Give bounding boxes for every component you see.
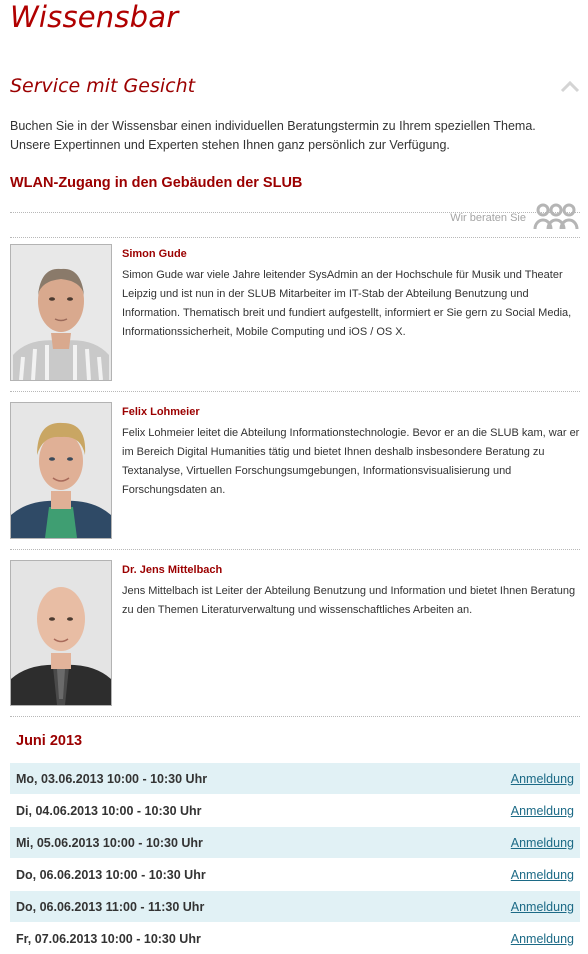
slot-date: Fr, 07.06.2013 10:00 - 10:30 Uhr	[16, 931, 201, 946]
divider	[10, 549, 580, 550]
list-item: Di, 04.06.2013 10:00 - 10:30 Uhr Anmeldu…	[10, 794, 580, 826]
advisors-label: Wir beraten Sie	[450, 212, 526, 224]
topic-title: WLAN-Zugang in den Gebäuden der SLUB	[10, 175, 303, 191]
slot-date: Mi, 05.06.2013 10:00 - 10:30 Uhr	[16, 835, 203, 850]
advisor-name: Felix Lohmeier	[122, 406, 200, 418]
chevron-up-icon[interactable]	[560, 80, 580, 94]
divider	[10, 716, 580, 717]
people-group-icon	[532, 202, 580, 235]
list-item: Mi, 05.06.2013 10:00 - 10:30 Uhr Anmeldu…	[10, 826, 580, 858]
advisor-name: Simon Gude	[122, 248, 187, 260]
advisors-header: Wir beraten Sie	[450, 203, 580, 233]
register-link[interactable]: Anmeldung	[511, 772, 574, 786]
advisor-bio: Felix Lohmeier leitet die Abteilung Info…	[122, 427, 580, 496]
list-item: Do, 06.06.2013 11:00 - 11:30 Uhr Anmeldu…	[10, 890, 580, 922]
slot-date: Do, 06.06.2013 10:00 - 10:30 Uhr	[16, 867, 206, 882]
advisor-photo	[10, 244, 112, 381]
advisor-card: Simon Gude Simon Gude war viele Jahre le…	[10, 244, 580, 384]
register-link[interactable]: Anmeldung	[511, 900, 574, 914]
advisor-photo	[10, 560, 112, 706]
schedule-list: Mo, 03.06.2013 10:00 - 10:30 Uhr Anmeldu…	[10, 762, 580, 954]
advisor-card: Dr. Jens Mittelbach Jens Mittelbach ist …	[10, 560, 580, 710]
list-item: Fr, 07.06.2013 10:00 - 10:30 Uhr Anmeldu…	[10, 922, 580, 954]
register-link[interactable]: Anmeldung	[511, 932, 574, 946]
register-link[interactable]: Anmeldung	[511, 868, 574, 882]
slot-date: Mo, 03.06.2013 10:00 - 10:30 Uhr	[16, 771, 208, 786]
list-item: Do, 06.06.2013 10:00 - 10:30 Uhr Anmeldu…	[10, 858, 580, 890]
advisor-photo	[10, 402, 112, 539]
list-item: Mo, 03.06.2013 10:00 - 10:30 Uhr Anmeldu…	[10, 762, 580, 794]
register-link[interactable]: Anmeldung	[511, 804, 574, 818]
advisor-card: Felix Lohmeier Felix Lohmeier leitet die…	[10, 402, 580, 542]
schedule-month: Juni 2013	[16, 733, 83, 749]
divider	[10, 237, 580, 238]
intro-text: Buchen Sie in der Wissensbar einen indiv…	[10, 119, 536, 152]
slot-date: Do, 06.06.2013 11:00 - 11:30 Uhr	[16, 899, 205, 914]
advisor-bio: Simon Gude war viele Jahre leitender Sys…	[122, 269, 572, 338]
advisor-name: Dr. Jens Mittelbach	[122, 564, 223, 576]
register-link[interactable]: Anmeldung	[511, 836, 574, 850]
section-title: Service mit Gesicht	[10, 75, 196, 97]
advisor-bio: Jens Mittelbach ist Leiter der Abteilung…	[122, 585, 576, 616]
slot-date: Di, 04.06.2013 10:00 - 10:30 Uhr	[16, 803, 202, 818]
divider	[10, 391, 580, 392]
site-title: Wissensbar	[10, 0, 179, 34]
